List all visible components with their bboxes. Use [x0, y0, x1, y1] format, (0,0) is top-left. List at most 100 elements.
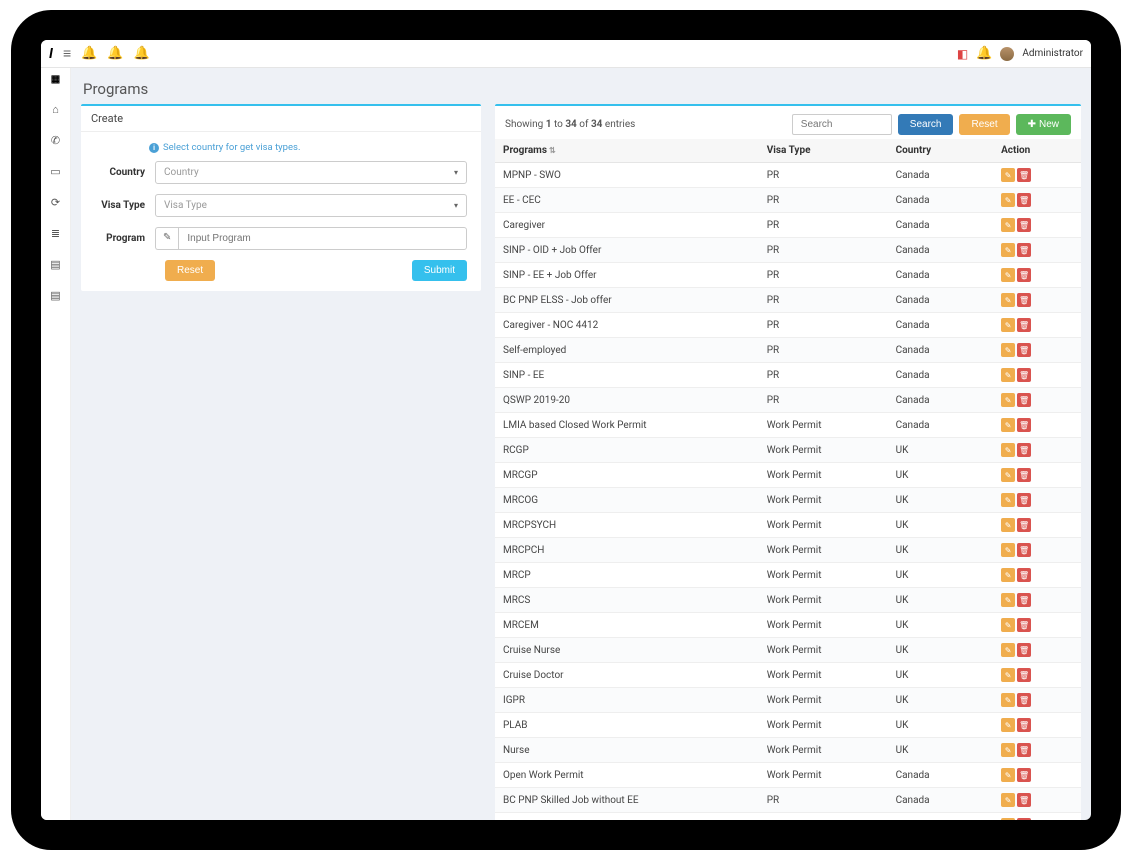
edit-icon[interactable]: ✎: [1001, 318, 1015, 332]
avatar[interactable]: [1000, 47, 1014, 61]
delete-icon[interactable]: 🗑: [1017, 493, 1031, 507]
delete-icon[interactable]: 🗑: [1017, 318, 1031, 332]
cell-program: BC PNP ELSS - Job offer: [495, 288, 759, 313]
edit-icon[interactable]: ✎: [1001, 168, 1015, 182]
edit-icon[interactable]: ✎: [1001, 468, 1015, 482]
bell-icon[interactable]: 🔔: [81, 46, 97, 61]
country-select[interactable]: Country ▾: [155, 161, 467, 184]
edit-icon[interactable]: ✎: [1001, 568, 1015, 582]
edit-icon[interactable]: ✎: [1001, 268, 1015, 282]
cell-program: QSWP 2019-20: [495, 388, 759, 413]
home-icon[interactable]: ⌂: [52, 103, 59, 116]
cell-country: Canada: [888, 363, 993, 388]
table-row: SINP - OID + Job OfferPRCanada✎🗑: [495, 238, 1081, 263]
delete-icon[interactable]: 🗑: [1017, 568, 1031, 582]
delete-icon[interactable]: 🗑: [1017, 293, 1031, 307]
edit-icon[interactable]: ✎: [1001, 343, 1015, 357]
program-input[interactable]: [178, 227, 467, 250]
delete-icon[interactable]: 🗑: [1017, 343, 1031, 357]
new-button[interactable]: ✚ New: [1016, 114, 1071, 135]
delete-icon[interactable]: 🗑: [1017, 743, 1031, 757]
edit-icon[interactable]: ✎: [1001, 193, 1015, 207]
list-reset-button[interactable]: Reset: [959, 114, 1009, 135]
edit-icon[interactable]: ✎: [1001, 618, 1015, 632]
country-select-value: Country: [164, 167, 199, 178]
entries-total: 34: [591, 119, 602, 130]
card-icon[interactable]: ▭: [50, 165, 60, 178]
phone-icon[interactable]: ✆: [51, 134, 60, 147]
cell-program: SINP - OID + Job Offer: [495, 238, 759, 263]
delete-icon[interactable]: 🗑: [1017, 393, 1031, 407]
cell-visa: Work Permit: [759, 638, 888, 663]
notification-badge-icon[interactable]: ◧: [957, 47, 968, 61]
delete-icon[interactable]: 🗑: [1017, 243, 1031, 257]
delete-icon[interactable]: 🗑: [1017, 618, 1031, 632]
edit-icon[interactable]: ✎: [1001, 218, 1015, 232]
col-visa[interactable]: Visa Type: [759, 139, 888, 163]
delete-icon[interactable]: 🗑: [1017, 418, 1031, 432]
cell-visa: Work Permit: [759, 613, 888, 638]
cell-program: IGPR: [495, 688, 759, 713]
bell-icon[interactable]: 🔔: [107, 46, 123, 61]
delete-icon[interactable]: 🗑: [1017, 643, 1031, 657]
cell-country: Canada: [888, 288, 993, 313]
delete-icon[interactable]: 🗑: [1017, 768, 1031, 782]
search-input[interactable]: [792, 114, 892, 135]
chevron-down-icon: ▾: [454, 168, 458, 177]
page-title: Programs: [81, 76, 1081, 104]
edit-icon[interactable]: ✎: [1001, 793, 1015, 807]
edit-icon[interactable]: ✎: [1001, 393, 1015, 407]
table-row: MRCGPWork PermitUK✎🗑: [495, 463, 1081, 488]
col-programs[interactable]: Programs⇅: [495, 139, 759, 163]
edit-icon[interactable]: ✎: [1001, 293, 1015, 307]
edit-icon[interactable]: ✎: [1001, 693, 1015, 707]
delete-icon[interactable]: 🗑: [1017, 818, 1031, 820]
cell-country: Canada: [888, 313, 993, 338]
list-icon[interactable]: ≣: [51, 227, 60, 240]
edit-icon[interactable]: ✎: [1001, 668, 1015, 682]
delete-icon[interactable]: 🗑: [1017, 193, 1031, 207]
edit-icon[interactable]: ✎: [1001, 718, 1015, 732]
delete-icon[interactable]: 🗑: [1017, 268, 1031, 282]
menu-toggle-icon[interactable]: ≡: [63, 45, 71, 62]
visa-type-select[interactable]: Visa Type ▾: [155, 194, 467, 217]
delete-icon[interactable]: 🗑: [1017, 218, 1031, 232]
edit-icon[interactable]: ✎: [1001, 368, 1015, 382]
delete-icon[interactable]: 🗑: [1017, 793, 1031, 807]
edit-icon[interactable]: ✎: [1001, 493, 1015, 507]
delete-icon[interactable]: 🗑: [1017, 468, 1031, 482]
delete-icon[interactable]: 🗑: [1017, 668, 1031, 682]
edit-icon[interactable]: ✎: [1001, 443, 1015, 457]
cell-visa: Work Permit: [759, 438, 888, 463]
delete-icon[interactable]: 🗑: [1017, 718, 1031, 732]
delete-icon[interactable]: 🗑: [1017, 518, 1031, 532]
delete-icon[interactable]: 🗑: [1017, 168, 1031, 182]
submit-button[interactable]: Submit: [412, 260, 467, 281]
admin-label[interactable]: Administrator: [1022, 48, 1083, 59]
delete-icon[interactable]: 🗑: [1017, 593, 1031, 607]
delete-icon[interactable]: 🗑: [1017, 543, 1031, 557]
refresh-icon[interactable]: ⟳: [51, 196, 60, 209]
cell-country: UK: [888, 738, 993, 763]
delete-icon[interactable]: 🗑: [1017, 368, 1031, 382]
edit-icon[interactable]: ✎: [1001, 743, 1015, 757]
edit-icon[interactable]: ✎: [1001, 518, 1015, 532]
more-icon[interactable]: ▤: [50, 289, 60, 302]
edit-icon[interactable]: ✎: [1001, 418, 1015, 432]
edit-icon[interactable]: ✎: [1001, 768, 1015, 782]
edit-icon[interactable]: ✎: [1001, 243, 1015, 257]
delete-icon[interactable]: 🗑: [1017, 693, 1031, 707]
edit-icon[interactable]: ✎: [1001, 593, 1015, 607]
bell-icon[interactable]: 🔔: [976, 46, 992, 61]
edit-icon[interactable]: ✎: [1001, 818, 1015, 820]
page-icon[interactable]: ▤: [50, 258, 60, 271]
col-country[interactable]: Country: [888, 139, 993, 163]
cell-action: ✎🗑: [993, 213, 1081, 238]
edit-icon[interactable]: ✎: [1001, 543, 1015, 557]
reset-button[interactable]: Reset: [165, 260, 215, 281]
edit-icon[interactable]: ✎: [1001, 643, 1015, 657]
delete-icon[interactable]: 🗑: [1017, 443, 1031, 457]
bell-icon[interactable]: 🔔: [134, 46, 150, 61]
cell-program: BC PNP Skilled Job with EE: [495, 813, 759, 821]
search-button[interactable]: Search: [898, 114, 954, 135]
